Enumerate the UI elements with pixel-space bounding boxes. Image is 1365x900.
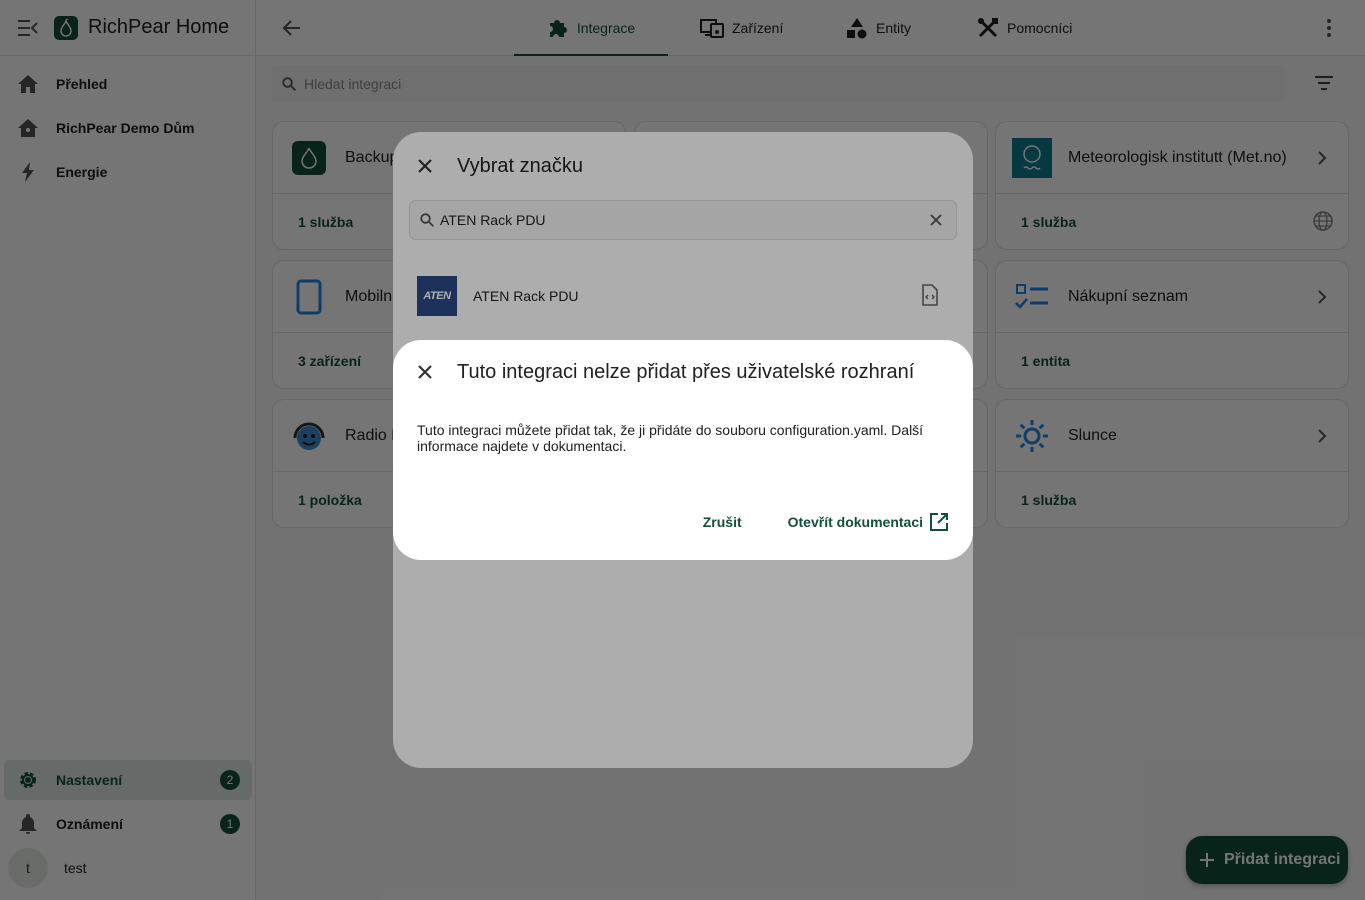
open-documentation-button[interactable]: Otevřít dokumentaci	[788, 512, 949, 532]
open-documentation-label: Otevřít dokumentaci	[787, 514, 923, 530]
dialog-body: Tuto integraci můžete přidat tak, že ji …	[417, 422, 924, 454]
cannot-add-integration-dialog: Tuto integraci nelze přidat přes uživate…	[393, 340, 973, 560]
dialog-title: Tuto integraci nelze přidat přes uživate…	[457, 360, 915, 383]
open-in-new-icon	[930, 513, 948, 531]
cancel-button[interactable]: Zrušit	[703, 514, 742, 530]
close-icon[interactable]	[413, 360, 437, 384]
